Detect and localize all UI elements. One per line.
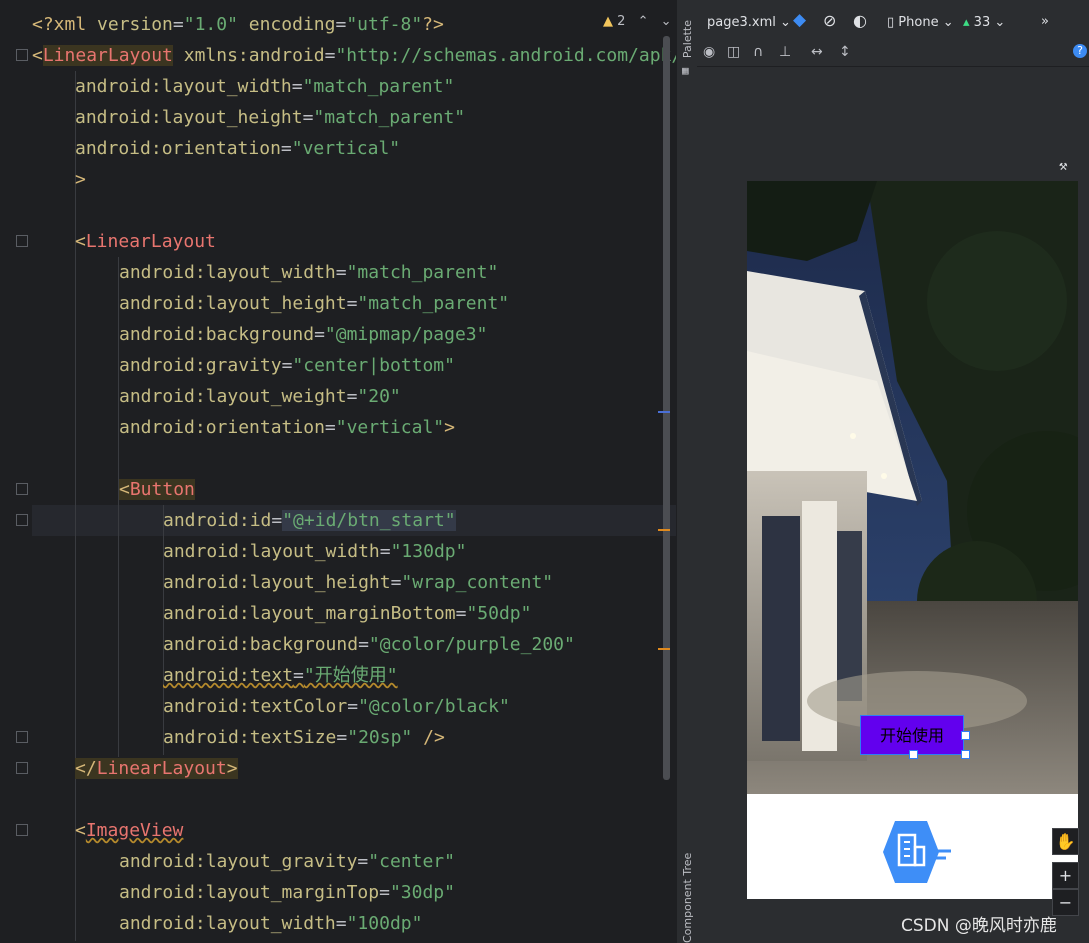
device-dropdown[interactable]: ▯ Phone ⌄ bbox=[887, 15, 954, 30]
resize-handle[interactable] bbox=[961, 750, 970, 759]
eye-icon[interactable]: ◉ bbox=[703, 44, 715, 60]
api-dropdown[interactable]: ▴ 33 ⌄ bbox=[963, 15, 1005, 30]
code-editor[interactable]: <?xml version="1.0" encoding="utf-8"?> <… bbox=[0, 0, 676, 943]
code-line: android:layout_width="match_parent" bbox=[75, 76, 455, 97]
start-button[interactable]: 开始使用 bbox=[860, 715, 964, 755]
component-tree-tab[interactable]: Component Tree bbox=[681, 850, 694, 943]
design-toolbar: page3.xml ⌄ ◆ ⊘ ◐ ▯ Phone ⌄ ▴ 33 ⌄ » bbox=[697, 10, 1089, 36]
scroll-marker[interactable] bbox=[658, 411, 670, 413]
indent-guide bbox=[75, 71, 76, 941]
device-label: Phone bbox=[898, 15, 939, 30]
file-dropdown[interactable]: page3.xml ⌄ bbox=[707, 15, 791, 30]
more-icon[interactable]: » bbox=[1041, 14, 1049, 29]
theme-icon[interactable]: ◐ bbox=[853, 11, 867, 30]
code-line: android:orientation="vertical" bbox=[75, 138, 401, 159]
warning-count: 2 bbox=[617, 14, 626, 29]
design-panel: page3.xml ⌄ ◆ ⊘ ◐ ▯ Phone ⌄ ▴ 33 ⌄ » ◉ ◫… bbox=[697, 0, 1089, 943]
code-line: android:layout_height="wrap_content" bbox=[163, 572, 554, 593]
code-line: </LinearLayout> bbox=[75, 758, 238, 779]
building-logo-icon bbox=[883, 821, 951, 883]
code-line: android:layout_marginBottom="50dp" bbox=[163, 603, 532, 624]
code-line: android:id="@+id/btn_start" bbox=[163, 510, 456, 531]
scroll-marker[interactable] bbox=[658, 648, 670, 650]
palette-tab[interactable]: Palette bbox=[681, 20, 694, 58]
code-line: android:textColor="@color/black" bbox=[163, 696, 510, 717]
scroll-marker[interactable] bbox=[658, 529, 670, 531]
code-line: android:orientation="vertical"> bbox=[119, 417, 455, 438]
layers-icon[interactable]: ◆ bbox=[793, 10, 806, 30]
code-line: android:layout_width="100dp" bbox=[119, 913, 423, 934]
code-line: android:layout_height="match_parent" bbox=[75, 107, 466, 128]
code-line: android:text="开始使用" bbox=[163, 665, 398, 686]
file-dropdown-label: page3.xml bbox=[707, 15, 776, 30]
fold-marker[interactable] bbox=[16, 514, 28, 526]
chevron-down-icon: ⌄ bbox=[942, 15, 954, 30]
chevron-down-icon: ⌄ bbox=[994, 15, 1006, 30]
code-line: android:gravity="center|bottom" bbox=[119, 355, 455, 376]
fold-marker[interactable] bbox=[16, 824, 28, 836]
palette-icon[interactable]: ▦ bbox=[682, 64, 689, 77]
code-line: android:background="@mipmap/page3" bbox=[119, 324, 488, 345]
fold-marker[interactable] bbox=[16, 483, 28, 495]
magnet-icon[interactable]: ∩ bbox=[753, 44, 763, 60]
help-icon[interactable]: ? bbox=[1073, 44, 1087, 58]
watermark: CSDN @晚风时亦鹿 bbox=[901, 916, 1057, 936]
orientation-icon[interactable]: ⊘ bbox=[823, 11, 836, 30]
code-line: <LinearLayout bbox=[75, 231, 216, 252]
api-label: 33 bbox=[973, 15, 991, 30]
phone-icon: ▯ bbox=[887, 15, 895, 30]
fold-marker[interactable] bbox=[16, 235, 28, 247]
chevron-down-icon[interactable]: ⌄ bbox=[661, 14, 672, 29]
code-line: android:layout_width="match_parent" bbox=[119, 262, 499, 283]
chevron-down-icon: ⌄ bbox=[779, 15, 791, 30]
code-line: android:layout_marginTop="30dp" bbox=[119, 882, 455, 903]
code-line: > bbox=[75, 169, 86, 190]
warning-icon: ▲ bbox=[603, 14, 613, 29]
editor-gutter bbox=[0, 0, 32, 943]
wrench-icon[interactable]: ⚒ bbox=[1059, 158, 1067, 174]
editor-scrollbar[interactable] bbox=[663, 36, 670, 780]
code-line: android:background="@color/purple_200" bbox=[163, 634, 575, 655]
inspection-widget[interactable]: ▲ 2 ⌃ ⌄ bbox=[603, 14, 672, 29]
background-image bbox=[747, 181, 1078, 794]
design-subtoolbar: ◉ ◫ ∩ ⊥ ↔ ↕ ? bbox=[697, 40, 1089, 67]
resize-handle[interactable] bbox=[909, 750, 918, 759]
code-line: android:layout_width="130dp" bbox=[163, 541, 467, 562]
zoom-in-icon[interactable]: + bbox=[1052, 862, 1079, 889]
code-line: android:textSize="20sp" /> bbox=[163, 727, 445, 748]
constraint-icon[interactable]: ⊥ bbox=[779, 44, 791, 60]
code-line: android:layout_height="match_parent" bbox=[119, 293, 510, 314]
code-line: <LinearLayout xmlns:android="http://sche… bbox=[32, 45, 676, 66]
fold-marker[interactable] bbox=[16, 762, 28, 774]
resize-handle[interactable] bbox=[961, 731, 970, 740]
horizontal-resize-icon[interactable]: ↔ bbox=[811, 44, 823, 60]
code-line: <?xml version="1.0" encoding="utf-8"?> bbox=[32, 14, 444, 35]
tool-window-strip: Palette ▦ Component Tree bbox=[676, 0, 698, 943]
fold-marker[interactable] bbox=[16, 49, 28, 61]
pan-hand-icon[interactable]: ✋ bbox=[1052, 828, 1079, 855]
code-line: android:layout_weight="20" bbox=[119, 386, 401, 407]
phone-preview: 开始使用 bbox=[747, 181, 1078, 899]
vertical-resize-icon[interactable]: ↕ bbox=[839, 44, 851, 60]
blueprint-icon[interactable]: ◫ bbox=[727, 44, 740, 60]
fold-marker[interactable] bbox=[16, 731, 28, 743]
code-line: <ImageView bbox=[75, 820, 184, 841]
code-line: android:layout_gravity="center" bbox=[119, 851, 455, 872]
chevron-up-icon[interactable]: ⌃ bbox=[638, 14, 649, 29]
android-icon: ▴ bbox=[963, 15, 970, 30]
code-line: <Button bbox=[119, 479, 195, 500]
